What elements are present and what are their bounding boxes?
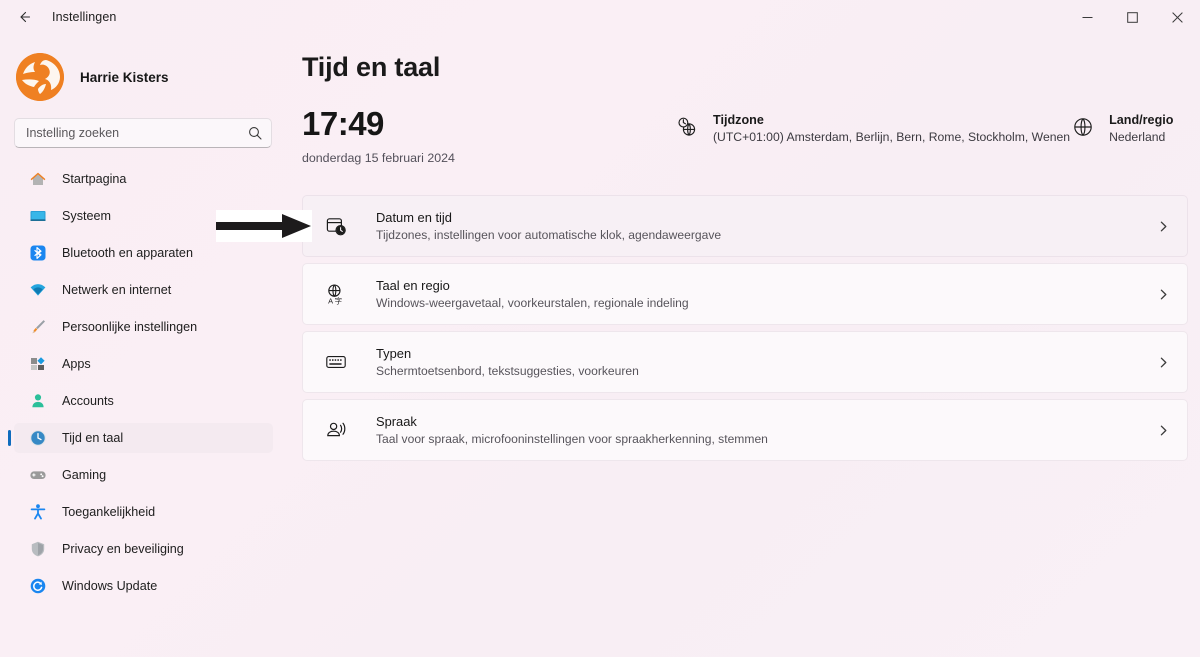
- card-subtitle: Tijdzones, instellingen voor automatisch…: [376, 228, 722, 242]
- sidebar-item-label: Windows Update: [62, 579, 158, 593]
- back-button[interactable]: [8, 2, 40, 32]
- close-button[interactable]: [1155, 0, 1200, 34]
- sidebar-item-accounts[interactable]: Accounts: [14, 386, 273, 416]
- minimize-button[interactable]: [1065, 0, 1110, 34]
- maximize-icon: [1127, 11, 1138, 23]
- avatar: [16, 53, 64, 101]
- sidebar-item-tijd-en-taal[interactable]: Tijd en taal: [8, 423, 273, 453]
- page-title: Tijd en taal: [302, 52, 441, 82]
- timezone-value: (UTC+01:00) Amsterdam, Berlijn, Bern, Ro…: [713, 130, 1071, 144]
- settings-card-spraak[interactable]: Spraak Taal voor spraak, microfooninstel…: [302, 399, 1188, 461]
- svg-text:字: 字: [335, 296, 342, 305]
- window-title: Instellingen: [52, 10, 117, 24]
- sidebar-item-label: Privacy en beveiliging: [62, 542, 184, 556]
- region-label: Land/regio: [1109, 113, 1174, 127]
- timezone-label: Tijdzone: [713, 113, 764, 127]
- right-arrow-annotation: [216, 214, 311, 238]
- update-icon: [28, 576, 48, 596]
- sidebar-item-windows-update[interactable]: Windows Update: [14, 571, 273, 601]
- sidebar-item-label: Systeem: [62, 209, 111, 223]
- region-text: Land/regio Nederland: [1109, 113, 1173, 144]
- settings-card-taal-en-regio[interactable]: A 字 Taal en regio Windows-weergavetaal, …: [302, 263, 1188, 325]
- speech-icon: [323, 417, 349, 443]
- card-subtitle: Windows-weergavetaal, voorkeurstalen, re…: [376, 296, 689, 310]
- summary-row: 17:49 donderdag 15 februari 2024 Tijdzon…: [302, 107, 1188, 175]
- account-icon: [28, 391, 48, 411]
- card-text: Spraak Taal voor spraak, microfooninstel…: [376, 414, 1151, 446]
- maximize-button[interactable]: [1110, 0, 1155, 34]
- sidebar-item-label: Toegankelijkheid: [62, 505, 156, 519]
- timezone-text: Tijdzone (UTC+01:00) Amsterdam, Berlijn,…: [713, 113, 1070, 144]
- sidebar: Harrie Kisters Startpagina: [0, 34, 288, 657]
- bluetooth-icon: [28, 243, 48, 263]
- svg-text:A: A: [328, 296, 333, 305]
- sidebar-item-startpagina[interactable]: Startpagina: [14, 164, 273, 194]
- sidebar-item-label: Apps: [62, 357, 91, 371]
- card-text: Taal en regio Windows-weergavetaal, voor…: [376, 278, 1151, 310]
- app-shell: Harrie Kisters Startpagina: [0, 34, 1200, 657]
- chevron-right-icon[interactable]: [1151, 356, 1175, 369]
- globe-icon: [1070, 114, 1096, 140]
- clock-globe-icon: [674, 114, 700, 140]
- sidebar-item-bluetooth-en-apparaten[interactable]: Bluetooth en apparaten: [14, 238, 273, 268]
- card-title: Taal en regio: [376, 278, 450, 293]
- sidebar-item-persoonlijke-instellingen[interactable]: Persoonlijke instellingen: [14, 312, 273, 342]
- sidebar-item-apps[interactable]: Apps: [14, 349, 273, 379]
- card-text: Datum en tijd Tijdzones, instellingen vo…: [376, 210, 1151, 242]
- paintbrush-icon: [28, 317, 48, 337]
- sidebar-item-label: Netwerk en internet: [62, 283, 172, 297]
- search-input[interactable]: [26, 126, 248, 140]
- gamepad-icon: [28, 465, 48, 485]
- profile-name: Harrie Kisters: [80, 69, 169, 85]
- region-info: Land/regio Nederland: [1070, 107, 1173, 144]
- card-title: Spraak: [376, 414, 417, 429]
- current-time: 17:49: [302, 105, 384, 142]
- close-icon: [1172, 11, 1183, 23]
- window-controls: [1065, 0, 1200, 34]
- main-content: Tijd en taal 17:49 donderdag 15 februari…: [288, 34, 1200, 657]
- sidebar-item-privacy-en-beveiliging[interactable]: Privacy en beveiliging: [14, 534, 273, 564]
- accessibility-icon: [28, 502, 48, 522]
- card-text: Typen Schermtoetsenbord, tekstsuggesties…: [376, 346, 1151, 378]
- card-subtitle: Taal voor spraak, microfooninstellingen …: [376, 432, 768, 446]
- minimize-icon: [1082, 12, 1093, 23]
- sidebar-item-label: Accounts: [62, 394, 114, 408]
- shield-icon: [28, 539, 48, 559]
- sidebar-item-toegankelijkheid[interactable]: Toegankelijkheid: [14, 497, 273, 527]
- monitor-icon: [28, 206, 48, 226]
- profile-section[interactable]: Harrie Kisters: [0, 38, 288, 104]
- settings-card-datum-en-tijd[interactable]: Datum en tijd Tijdzones, instellingen vo…: [302, 195, 1188, 257]
- title-bar: Instellingen: [0, 0, 1200, 34]
- timezone-info: Tijdzone (UTC+01:00) Amsterdam, Berlijn,…: [674, 107, 1070, 144]
- chevron-right-icon[interactable]: [1151, 220, 1175, 233]
- sidebar-item-label: Persoonlijke instellingen: [62, 320, 198, 334]
- search-box[interactable]: [14, 118, 272, 148]
- sidebar-item-netwerk-en-internet[interactable]: Netwerk en internet: [14, 275, 273, 305]
- chevron-right-icon[interactable]: [1151, 424, 1175, 437]
- search-icon: [248, 126, 262, 140]
- apps-icon: [28, 354, 48, 374]
- clock-block: 17:49 donderdag 15 februari 2024: [302, 107, 674, 165]
- wifi-icon: [28, 280, 48, 300]
- region-value: Nederland: [1109, 130, 1166, 144]
- card-title: Datum en tijd: [376, 210, 452, 225]
- back-arrow-icon: [16, 9, 32, 25]
- sidebar-item-label: Startpagina: [62, 172, 127, 186]
- keyboard-icon: [323, 349, 349, 375]
- chevron-right-icon[interactable]: [1151, 288, 1175, 301]
- sidebar-item-label: Tijd en taal: [62, 431, 124, 445]
- current-date: donderdag 15 februari 2024: [302, 151, 455, 165]
- card-subtitle: Schermtoetsenbord, tekstsuggesties, voor…: [376, 364, 639, 378]
- clock-globe-icon: [28, 428, 48, 448]
- settings-card-list: Datum en tijd Tijdzones, instellingen vo…: [302, 195, 1188, 461]
- sidebar-item-label: Gaming: [62, 468, 107, 482]
- calendar-clock-icon: [323, 213, 349, 239]
- card-title: Typen: [376, 346, 412, 361]
- settings-card-typen[interactable]: Typen Schermtoetsenbord, tekstsuggesties…: [302, 331, 1188, 393]
- language-globe-icon: A 字: [323, 281, 349, 307]
- home-icon: [28, 169, 48, 189]
- sidebar-item-gaming[interactable]: Gaming: [14, 460, 273, 490]
- annotation-arrow: [216, 210, 312, 242]
- sidebar-item-label: Bluetooth en apparaten: [62, 246, 193, 260]
